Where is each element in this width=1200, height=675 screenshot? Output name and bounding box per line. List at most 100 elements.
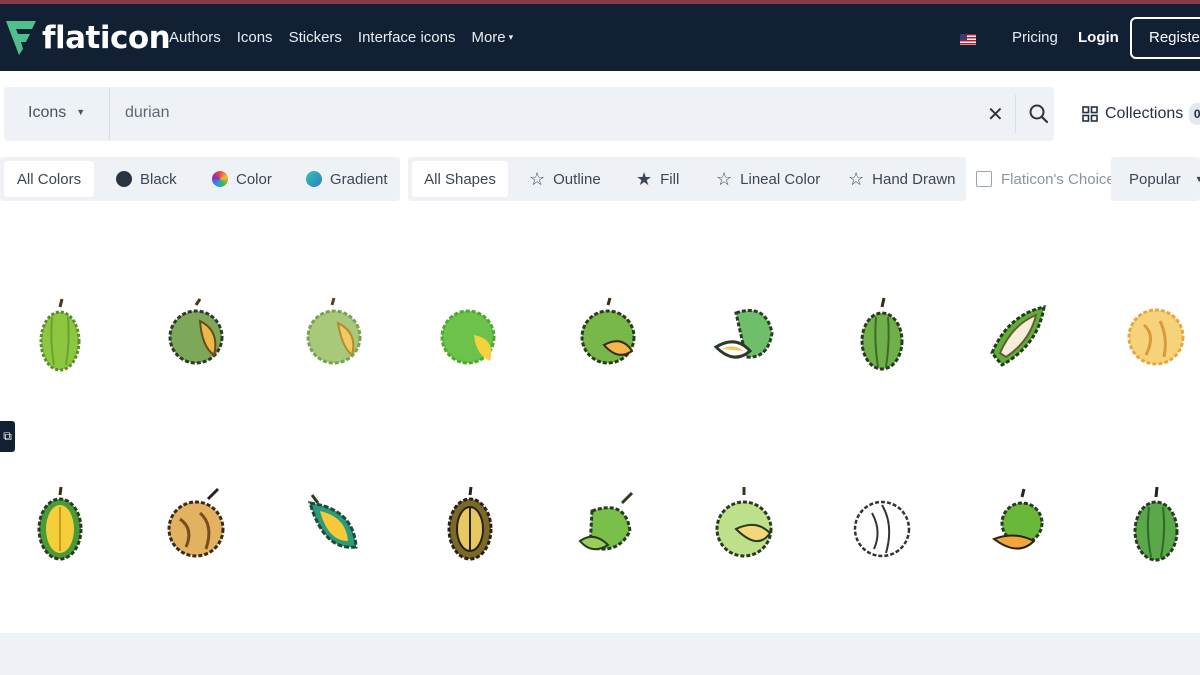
flaticon-choice-checkbox[interactable]: Flaticon's Choice [976,161,1115,197]
footer-strip [0,633,1200,675]
result-icon-12[interactable] [294,485,374,565]
filter-lineal-color[interactable]: ☆ Lineal Color [716,161,820,197]
color-filter-group: All Colors Black Color Gradient [0,157,400,201]
filter-color[interactable]: Color [212,161,272,197]
star-filled-icon: ★ [636,168,653,189]
result-icon-1[interactable] [20,295,100,375]
star-outline-icon: ☆ [529,168,546,189]
result-icon-15[interactable] [706,485,786,565]
register-button[interactable]: Register [1130,17,1200,59]
collections-count-badge: 0 [1189,103,1200,125]
result-icon-6[interactable] [706,295,786,375]
brand-name: flaticon [42,20,171,56]
chevron-down-icon: ▼ [1194,174,1200,184]
result-icon-10[interactable] [20,485,100,565]
filter-label: Fill [660,170,680,188]
filter-outline[interactable]: ☆ Outline [529,161,601,197]
sort-value: Popular ▼ [1129,161,1200,197]
us-flag-icon[interactable] [960,34,976,45]
black-swatch-icon [116,171,132,187]
durian-icon [860,297,904,371]
result-icon-5[interactable] [568,295,648,375]
chevron-down-icon: ▾ [508,32,514,42]
star-lineal-icon: ☆ [716,168,733,189]
durian-icon [167,487,225,558]
filter-gradient[interactable]: Gradient [306,161,388,197]
result-icon-4[interactable] [430,295,510,375]
durian-icon [580,297,636,365]
search-icon[interactable] [1028,103,1050,125]
filter-label: Lineal Color [740,170,821,188]
filter-hand-drawn[interactable]: ☆ Hand Drawn [848,161,956,197]
filter-label: Outline [553,170,601,188]
flaticon-logo-icon [6,21,36,55]
checkbox-icon [976,171,992,187]
result-icon-17[interactable] [978,485,1058,565]
top-navbar: flaticon Authors Icons Stickers Interfac… [0,4,1200,71]
durian-icon [1127,308,1185,366]
nav-more-menu[interactable]: More ▾ [471,29,513,46]
gradient-swatch-icon [306,171,322,187]
durian-icon [307,494,358,549]
result-icon-18[interactable] [1116,485,1196,565]
result-icon-16[interactable] [842,485,922,565]
filter-label: Hand Drawn [872,170,956,188]
filter-black[interactable]: Black [116,161,177,197]
result-icon-8[interactable] [978,295,1058,375]
search-input[interactable]: durian [125,104,169,122]
search-type-label: Icons [28,104,67,121]
durian-icon [1133,486,1179,562]
durian-icon [991,488,1044,550]
filter-label: All Shapes [424,170,496,188]
result-icon-3[interactable] [294,295,374,375]
divider [1015,95,1016,133]
nav-more-label: More [471,29,506,46]
flaticon-logo[interactable]: flaticon [4,19,171,57]
search-bar: Icons ▼ durian ✕ [4,87,1054,141]
durian-icon [37,486,83,561]
flaticon-choice-label: Flaticon's Choice [1001,170,1115,188]
close-icon[interactable]: ✕ [987,102,1004,127]
durian-icon [578,491,634,551]
durian-icon [440,309,496,365]
filter-label: All Colors [16,170,82,188]
durian-icon [168,298,224,365]
sort-dropdown[interactable]: Popular ▼ [1111,157,1200,201]
shape-filter-group: All Shapes ☆ Outline ★ Fill ☆ Lineal Color … [408,157,966,201]
result-icon-14[interactable] [568,485,648,565]
icon-results-grid [0,210,1200,630]
nav-interface-icons-link[interactable]: Interface icons [358,29,456,46]
result-icon-11[interactable] [156,485,236,565]
color-wheel-icon [212,171,228,187]
filter-all-colors[interactable]: All Colors [4,161,94,197]
durian-icon [447,486,493,561]
filter-all-shapes[interactable]: All Shapes [412,161,508,197]
divider [109,87,110,141]
durian-icon [715,487,773,558]
filter-label: Black [140,170,177,188]
filter-label: Gradient [330,170,388,188]
star-hand-drawn-icon: ☆ [848,168,865,189]
collections-label: Collections [1105,105,1184,122]
nav-authors-link[interactable]: Authors [169,29,221,46]
login-link[interactable]: Login [1078,29,1119,46]
main-nav: Authors Icons Stickers Interface icons M… [169,29,513,46]
nav-icons-link[interactable]: Icons [237,29,273,46]
filter-label: Color [236,170,272,188]
result-icon-2[interactable] [156,295,236,375]
durian-icon [990,305,1046,367]
collections-grid-icon [1082,106,1098,122]
result-icon-13[interactable] [430,485,510,565]
pricing-link[interactable]: Pricing [1012,29,1058,46]
result-icon-9[interactable] [1116,295,1196,375]
sort-label: Popular [1129,170,1181,188]
chevron-down-icon: ▼ [76,107,86,117]
collections-button[interactable]: Collections 0 [1082,103,1200,125]
durian-icon [306,297,362,365]
filter-bar: All Colors Black Color Gradient All Shap… [0,157,1200,201]
durian-icon [39,298,81,372]
result-icon-7[interactable] [842,295,922,375]
filter-fill[interactable]: ★ Fill [636,161,679,197]
nav-stickers-link[interactable]: Stickers [289,29,342,46]
search-type-dropdown[interactable]: Icons ▼ [28,104,85,122]
